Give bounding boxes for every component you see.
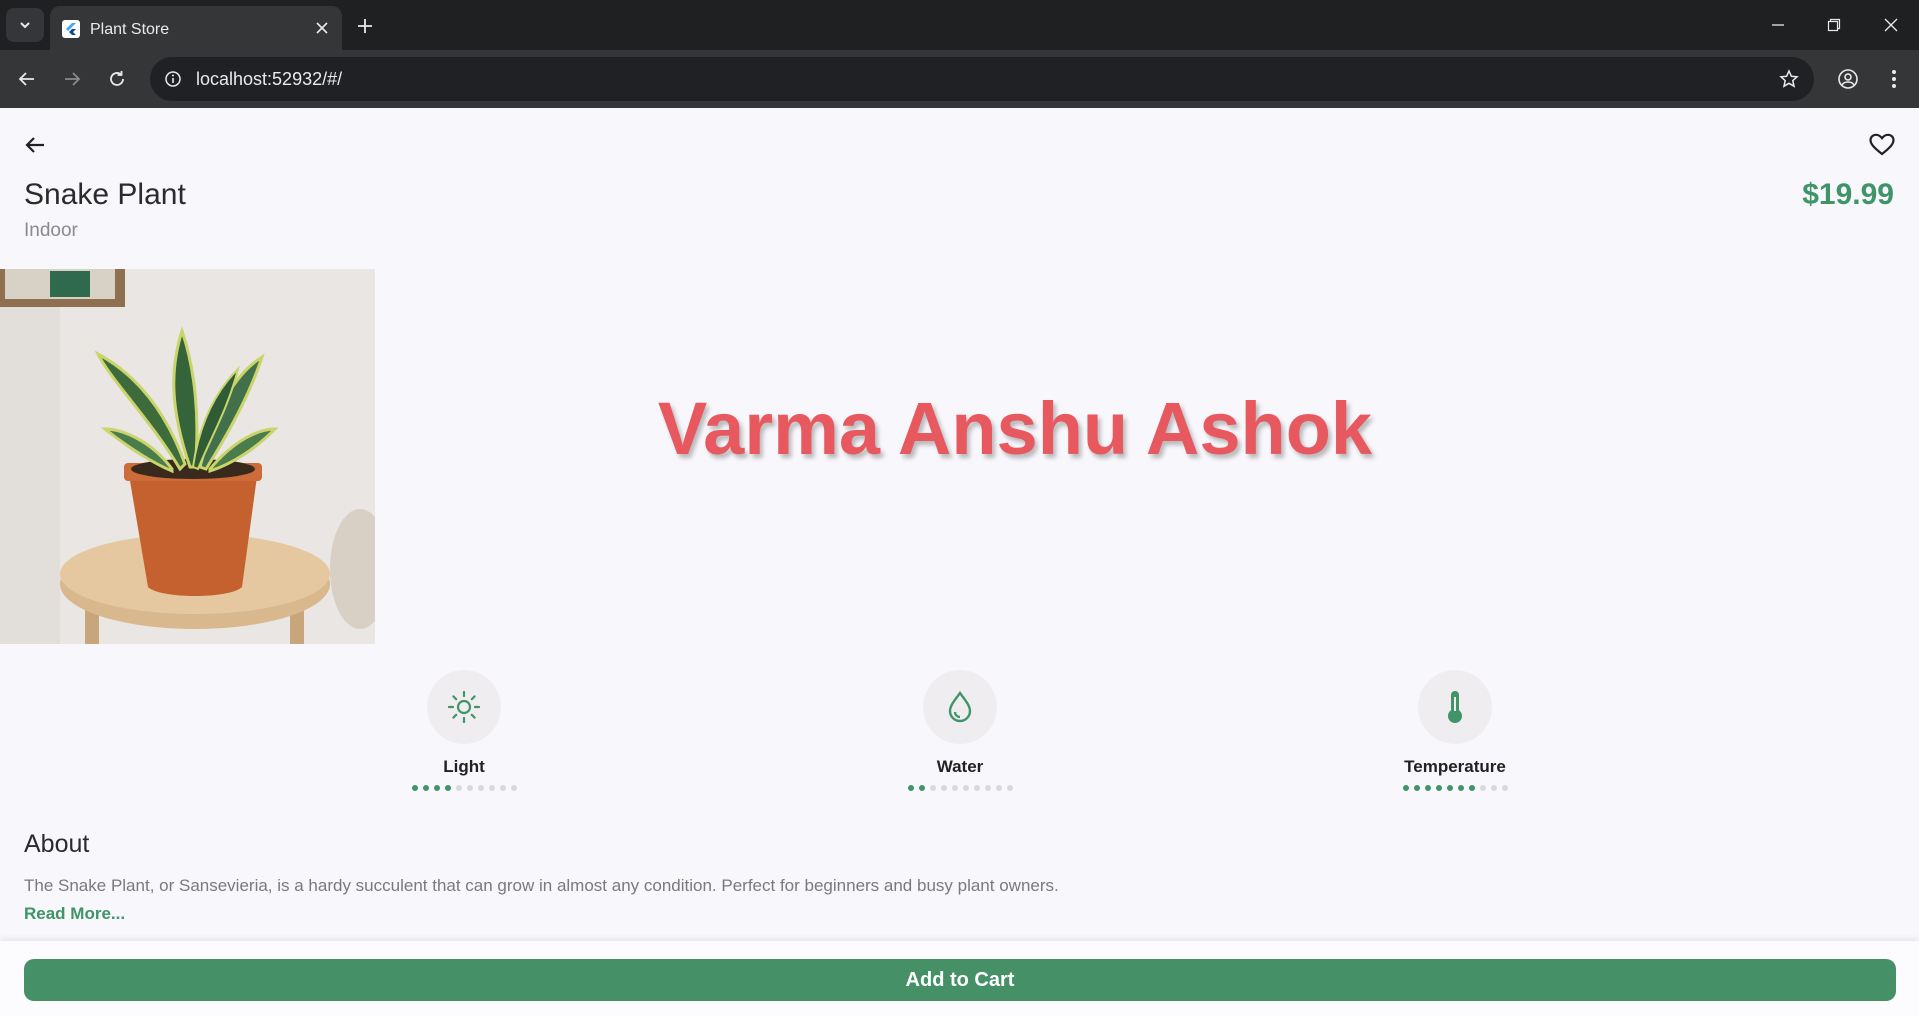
level-dot-filled: [1468, 785, 1475, 791]
address-bar[interactable]: localhost:52932/#/: [150, 57, 1814, 101]
bottom-action-bar: Add to Cart: [0, 941, 1919, 1016]
level-dot-filled: [433, 785, 440, 791]
care-level-temperature: [1375, 785, 1535, 791]
window-close-icon[interactable]: [1878, 12, 1904, 38]
level-dot-empty: [995, 785, 1002, 791]
product-price: $19.99: [1802, 178, 1894, 211]
about-heading: About: [24, 830, 90, 858]
level-dot-empty: [951, 785, 958, 791]
care-water: Water: [880, 670, 1040, 791]
level-dot-empty: [477, 785, 484, 791]
chevron-down-icon: [20, 22, 30, 29]
care-level-water: [880, 785, 1040, 791]
level-dot-empty: [510, 785, 517, 791]
browser-tab[interactable]: Plant Store: [50, 6, 342, 50]
level-dot-empty: [488, 785, 495, 791]
forward-arrow-icon[interactable]: [58, 65, 86, 93]
back-button[interactable]: [20, 130, 50, 160]
flutter-favicon-icon: [62, 20, 80, 38]
level-dot-empty: [455, 785, 462, 791]
care-label-temperature: Temperature: [1404, 757, 1506, 776]
level-dot-empty: [499, 785, 506, 791]
level-dot-filled: [422, 785, 429, 791]
level-dot-filled: [1457, 785, 1464, 791]
plant-detail-page: Snake Plant Indoor $19.99 Varma Anshu As: [0, 108, 1919, 1016]
level-dot-empty: [1006, 785, 1013, 791]
level-dot-filled: [1446, 785, 1453, 791]
care-light: Light: [384, 670, 544, 791]
level-dot-empty: [1479, 785, 1486, 791]
level-dot-empty: [984, 785, 991, 791]
site-info-icon[interactable]: [160, 66, 186, 92]
level-dot-filled: [1413, 785, 1420, 791]
care-label-water: Water: [936, 757, 984, 776]
level-dot-empty: [962, 785, 969, 791]
tab-title: Plant Store: [90, 21, 170, 38]
care-icon-circle: [427, 670, 501, 744]
favorite-button[interactable]: [1867, 130, 1897, 160]
level-dot-filled: [1424, 785, 1431, 791]
level-dot-empty: [1501, 785, 1508, 791]
level-dot-filled: [1435, 785, 1442, 791]
more-menu-icon[interactable]: [1880, 65, 1908, 93]
sun-icon: [447, 690, 481, 724]
reload-icon[interactable]: [103, 65, 131, 93]
browser-tab-bar: Plant Store: [0, 0, 1919, 50]
care-level-light: [384, 785, 544, 791]
level-dot-filled: [1402, 785, 1409, 791]
care-label-light: Light: [443, 757, 485, 776]
back-arrow-icon[interactable]: [13, 65, 41, 93]
level-dot-empty: [466, 785, 473, 791]
minimize-icon[interactable]: [1765, 12, 1791, 38]
care-icon-circle: [923, 670, 997, 744]
about-description: The Snake Plant, or Sansevieria, is a ha…: [24, 876, 1059, 895]
url-text: localhost:52932/#/: [196, 69, 343, 89]
back-arrow-icon: [25, 137, 44, 153]
read-more-link[interactable]: Read More...: [24, 904, 125, 924]
watermark-text: Varma Anshu Ashok: [657, 387, 1373, 470]
restore-icon[interactable]: [1821, 12, 1847, 38]
level-dot-filled: [411, 785, 418, 791]
level-dot-empty: [929, 785, 936, 791]
level-dot-filled: [444, 785, 451, 791]
bookmark-star-icon[interactable]: [1776, 66, 1802, 92]
profile-icon[interactable]: [1834, 65, 1862, 93]
level-dot-empty: [1490, 785, 1497, 791]
water-drop-icon: [948, 691, 972, 723]
care-icon-circle: [1418, 670, 1492, 744]
new-tab-plus-icon[interactable]: [352, 13, 378, 39]
heart-icon: [1869, 133, 1895, 156]
plant-image: [0, 269, 375, 644]
tab-search-button[interactable]: [6, 8, 44, 42]
care-temperature: Temperature: [1375, 670, 1535, 791]
level-dot-empty: [973, 785, 980, 791]
thermometer-icon: [1448, 691, 1462, 723]
add-to-cart-button[interactable]: Add to Cart: [24, 959, 1896, 1001]
level-dot-empty: [940, 785, 947, 791]
browser-toolbar: localhost:52932/#/: [0, 50, 1919, 108]
product-name: Snake Plant: [24, 178, 186, 211]
level-dot-filled: [918, 785, 925, 791]
product-category: Indoor: [24, 220, 78, 241]
tab-close-icon[interactable]: [312, 18, 332, 38]
level-dot-filled: [907, 785, 914, 791]
